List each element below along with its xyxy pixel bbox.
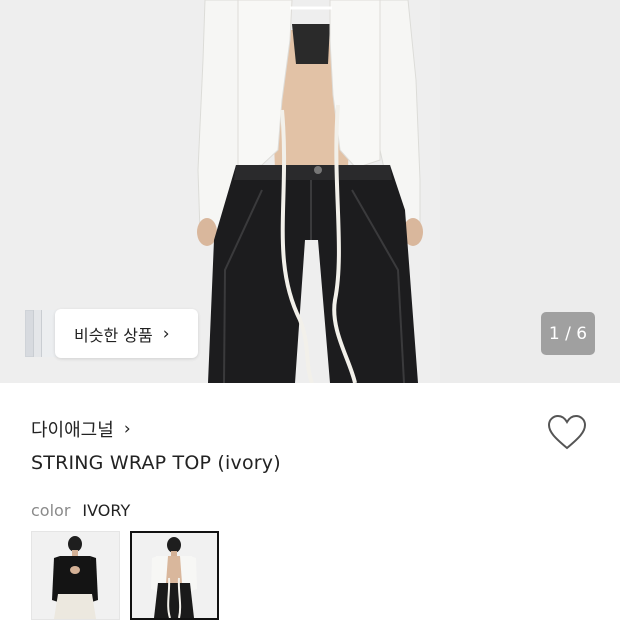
image-page-indicator: 1 / 6 bbox=[541, 312, 595, 355]
chevron-right-icon: › bbox=[162, 323, 170, 344]
color-swatch-ivory[interactable] bbox=[130, 531, 219, 620]
page-indicator-text: 1 / 6 bbox=[548, 323, 588, 344]
chevron-right-icon: › bbox=[123, 419, 131, 439]
similar-products-label: 비슷한 상품 bbox=[74, 325, 153, 345]
heart-icon bbox=[547, 414, 587, 450]
product-image-carousel[interactable]: 비슷한 상품 › 1 / 6 bbox=[0, 0, 620, 383]
color-value: IVORY bbox=[82, 501, 131, 520]
black-variant-thumbnail bbox=[32, 532, 119, 619]
brand-link[interactable]: 다이애그널 › bbox=[31, 414, 131, 444]
similar-products-chip[interactable]: 비슷한 상품 › bbox=[25, 309, 198, 358]
color-label: color bbox=[31, 501, 71, 520]
ivory-variant-thumbnail bbox=[132, 533, 217, 618]
color-swatch-black[interactable] bbox=[31, 531, 120, 620]
wishlist-button[interactable] bbox=[547, 414, 587, 452]
product-title: STRING WRAP TOP (ivory) bbox=[31, 452, 281, 474]
similar-products-button[interactable]: 비슷한 상품 › bbox=[55, 309, 198, 358]
brand-name: 다이애그널 bbox=[31, 420, 114, 441]
color-option-row: color IVORY bbox=[31, 501, 130, 520]
